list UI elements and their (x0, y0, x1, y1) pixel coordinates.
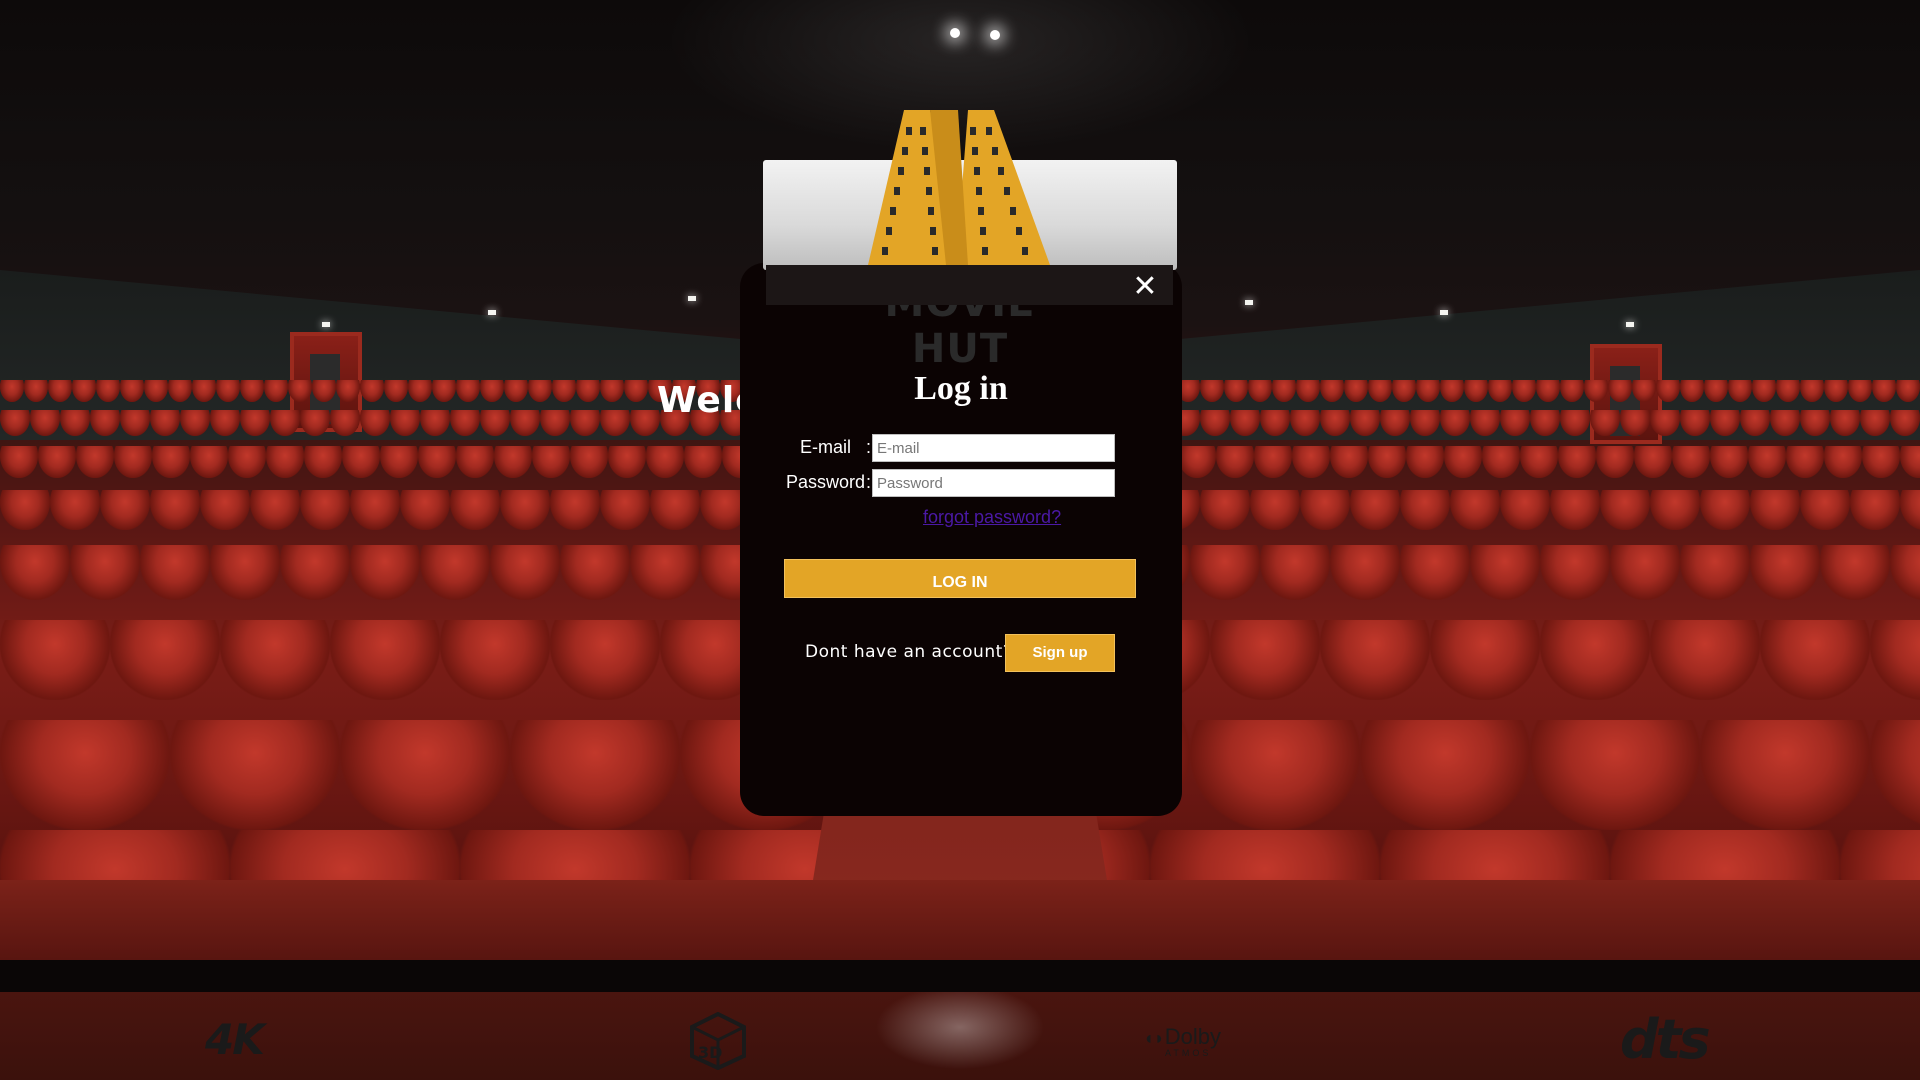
no-account-text: Dont have an account? (805, 642, 1013, 662)
forgot-password-link[interactable]: forgot password? (923, 507, 1061, 528)
signup-button[interactable]: Sign up (1005, 634, 1115, 672)
ceiling-light (688, 296, 696, 301)
ceiling-light (322, 322, 330, 327)
ceiling-light (1626, 322, 1634, 327)
password-field[interactable] (872, 469, 1115, 497)
login-title: Log in (914, 370, 1008, 407)
modal-header-bar (766, 265, 1173, 305)
front-floor (0, 880, 1920, 960)
3d-label: 3D (698, 1043, 722, 1062)
email-field[interactable] (872, 434, 1115, 462)
3d-icon: 3D (690, 1011, 746, 1075)
password-colon: : (866, 472, 872, 492)
dolby-label: Dolby (1164, 1024, 1221, 1049)
login-button[interactable]: LOG IN (784, 559, 1136, 598)
ceiling-light (1440, 310, 1448, 315)
email-label: E-mail (800, 437, 852, 457)
moviehut-logo-icon (868, 110, 1050, 265)
atmos-label: ATMOS (1165, 1048, 1212, 1058)
ceiling-spotlight (990, 30, 1000, 40)
email-colon: : (866, 437, 872, 457)
page: Welcome to MovieHut... MOVIE HUT ✕ (0, 0, 1920, 1080)
password-label: Password (786, 472, 866, 492)
footer-glow (840, 992, 1080, 1080)
dts-icon: dts (1620, 1008, 1711, 1071)
ceiling-light (488, 310, 496, 315)
ceiling-spotlight (950, 28, 960, 38)
close-icon[interactable]: ✕ (1131, 272, 1159, 302)
4k-icon: 4K (205, 1015, 265, 1064)
ceiling-light (1245, 300, 1253, 305)
dolby-atmos-icon: ◖◗Dolby ATMOS (1143, 1024, 1221, 1058)
